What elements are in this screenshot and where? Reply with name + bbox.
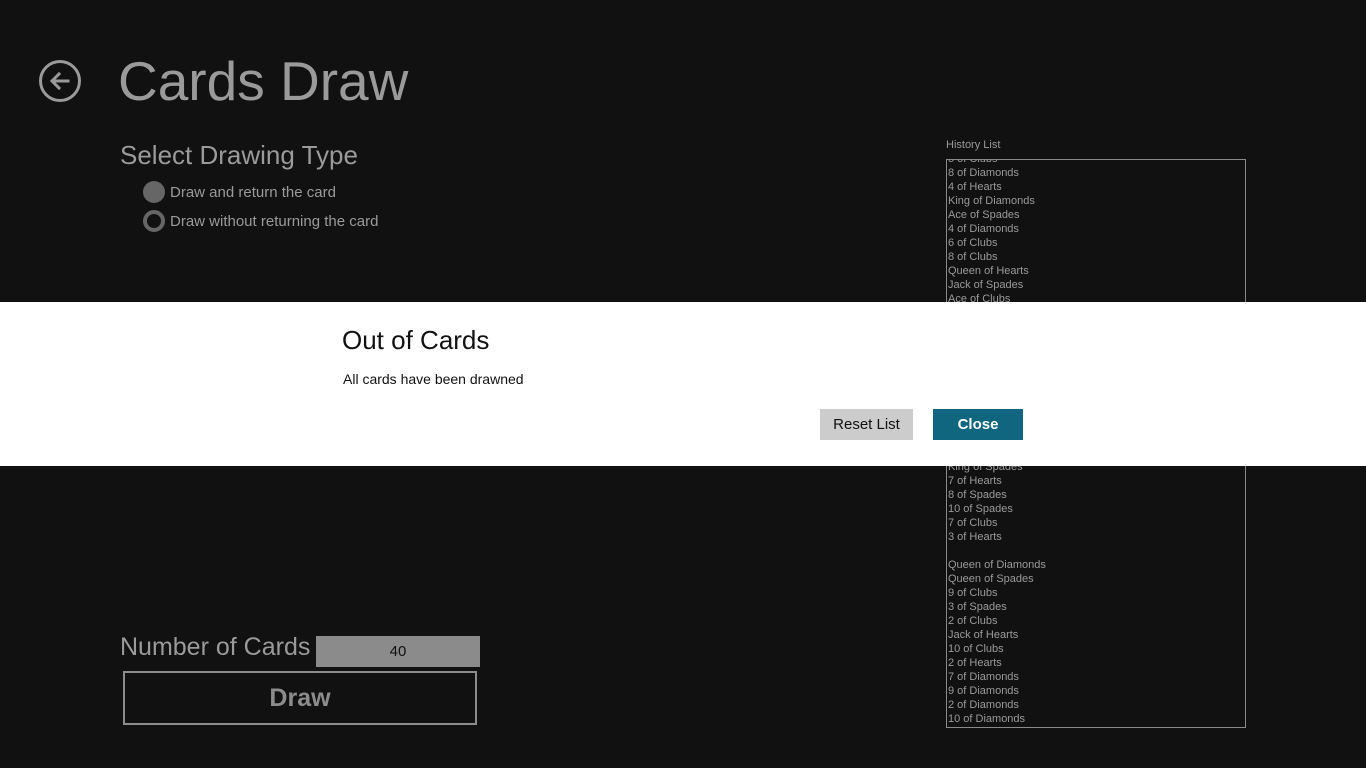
history-item[interactable]: 9 of Diamonds [947, 684, 1245, 698]
history-item[interactable]: Queen of Hearts [947, 264, 1245, 278]
history-item[interactable]: Queen of Spades [947, 572, 1245, 586]
radio-draw-without-return[interactable]: Draw without returning the card [143, 209, 378, 233]
number-of-cards-input[interactable] [316, 636, 480, 667]
close-button[interactable]: Close [933, 409, 1023, 440]
radio-selected-icon [143, 210, 165, 232]
history-item[interactable]: 2 of Diamonds [947, 698, 1245, 712]
dialog-title: Out of Cards [342, 325, 490, 355]
history-item[interactable]: 6 of Clubs [947, 236, 1245, 250]
history-item[interactable]: 7 of Hearts [947, 474, 1245, 488]
draw-button[interactable]: Draw [123, 671, 477, 725]
history-item[interactable]: King of Diamonds [947, 194, 1245, 208]
history-item[interactable]: 10 of Spades [947, 502, 1245, 516]
history-item[interactable]: 8 of Clubs [947, 250, 1245, 264]
history-item[interactable]: 10 of Diamonds [947, 712, 1245, 726]
drawing-type-heading: Select Drawing Type [120, 140, 358, 170]
history-item[interactable]: 8 of Spades [947, 488, 1245, 502]
history-list-label: History List [946, 139, 1001, 151]
history-item[interactable]: Queen of Diamonds [947, 558, 1245, 572]
radio-draw-and-return[interactable]: Draw and return the card [143, 180, 336, 204]
radio-unselected-icon [143, 181, 165, 203]
history-item[interactable]: 4 of Hearts [947, 180, 1245, 194]
history-item[interactable] [947, 544, 1245, 558]
radio-label: Draw and return the card [170, 183, 336, 201]
radio-label: Draw without returning the card [170, 212, 379, 230]
history-item[interactable]: 8 of Diamonds [947, 166, 1245, 180]
history-item[interactable]: 4 of Diamonds [947, 222, 1245, 236]
history-item[interactable]: 7 of Clubs [947, 516, 1245, 530]
back-button[interactable] [39, 60, 81, 102]
out-of-cards-dialog: Out of Cards All cards have been drawned… [0, 302, 1366, 466]
history-item[interactable]: Jack of Spades [947, 278, 1245, 292]
history-item[interactable]: 2 of Clubs [947, 614, 1245, 628]
page-title: Cards Draw [118, 50, 409, 112]
history-item[interactable]: 2 of Hearts [947, 656, 1245, 670]
history-item[interactable]: 3 of Spades [947, 600, 1245, 614]
history-item[interactable]: 3 of Hearts [947, 530, 1245, 544]
reset-list-button[interactable]: Reset List [820, 409, 913, 440]
history-item[interactable]: Jack of Hearts [947, 628, 1245, 642]
app-window: Cards Draw Select Drawing Type Draw and … [0, 0, 1366, 768]
number-of-cards-label: Number of Cards [120, 633, 311, 661]
history-item[interactable]: 5 of Clubs [947, 160, 1245, 166]
history-item[interactable]: 9 of Clubs [947, 586, 1245, 600]
history-item[interactable]: 7 of Diamonds [947, 670, 1245, 684]
history-item[interactable]: 10 of Clubs [947, 642, 1245, 656]
history-item[interactable]: Ace of Spades [947, 208, 1245, 222]
dialog-message: All cards have been drawned [343, 371, 524, 387]
back-arrow-icon [49, 71, 70, 91]
